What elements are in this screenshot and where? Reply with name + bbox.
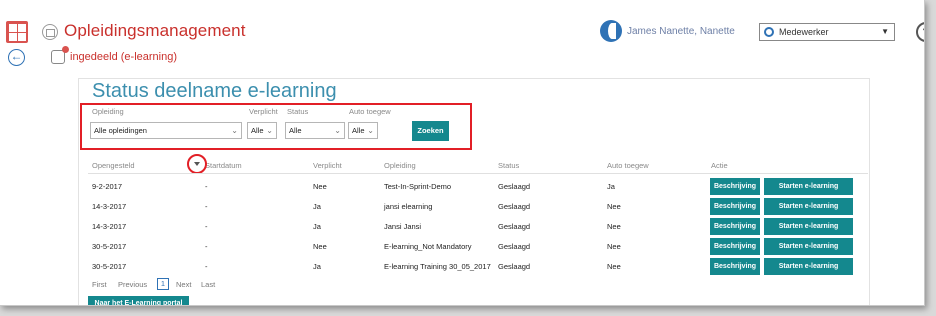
column-header-verplicht[interactable]: Verplicht (313, 161, 342, 170)
cell-auto-toegew: Nee (607, 262, 621, 271)
cell-opengesteld: 30-5-2017 (92, 262, 127, 271)
cell-startdatum: - (205, 262, 208, 271)
column-header-opleiding[interactable]: Opleiding (384, 161, 416, 170)
notification-icon (51, 46, 69, 64)
column-header-status[interactable]: Status (498, 161, 519, 170)
verplicht-select[interactable]: Alle ⌄ (247, 122, 277, 139)
cell-auto-toegew: Nee (607, 222, 621, 231)
cell-opengesteld: 14-3-2017 (92, 222, 127, 231)
opleiding-select-value: Alle opleidingen (94, 126, 147, 135)
start-elearning-button[interactable]: Starten e-learning (764, 178, 853, 195)
verplicht-select-value: Alle (251, 126, 264, 135)
table-row: 9-2-2017 - Nee Test-In-Sprint-Demo Gesla… (88, 178, 868, 197)
status-select-value: Alle (289, 126, 302, 135)
cell-opengesteld: 14-3-2017 (92, 202, 127, 211)
describe-button[interactable]: Beschrijving (710, 218, 760, 235)
cell-status: Geslaagd (498, 202, 531, 211)
opleiding-select[interactable]: Alle opleidingen ⌄ (90, 122, 242, 139)
cell-opleiding: E-learning Training 30_05_2017 (384, 262, 491, 271)
column-header-auto-toegew[interactable]: Auto toegew (607, 161, 649, 170)
describe-button[interactable]: Beschrijving (710, 238, 760, 255)
app-window: Opleidingsmanagement James Nanette, Nane… (0, 0, 925, 306)
describe-button[interactable]: Beschrijving (710, 198, 760, 215)
status-select[interactable]: Alle ⌄ (285, 122, 345, 139)
search-button[interactable]: Zoeken (412, 121, 449, 141)
pager-current-page[interactable]: 1 (157, 278, 169, 290)
table-row: 14-3-2017 - Ja jansi elearning Geslaagd … (88, 198, 868, 217)
back-arrow-icon[interactable]: ← (8, 49, 25, 66)
cell-status: Geslaagd (498, 262, 531, 271)
filter-label-auto-toegew: Auto toegew (349, 107, 391, 116)
role-select[interactable]: Medewerker ▼ (759, 23, 895, 41)
cell-status: Geslaagd (498, 222, 531, 231)
describe-button[interactable]: Beschrijving (710, 178, 760, 195)
header-divider (88, 173, 868, 174)
breadcrumb[interactable]: ingedeeld (e-learning) (70, 51, 177, 63)
start-elearning-button[interactable]: Starten e-learning (764, 198, 853, 215)
cell-verplicht: Nee (313, 242, 327, 251)
chevron-down-icon: ⌄ (367, 126, 374, 135)
chevron-down-icon: ⌄ (231, 126, 238, 135)
cell-verplicht: Nee (313, 182, 327, 191)
auto-toegew-select[interactable]: Alle ⌄ (348, 122, 378, 139)
cell-opleiding: jansi elearning (384, 202, 433, 211)
cell-verplicht: Ja (313, 202, 321, 211)
user-avatar-icon[interactable] (600, 20, 622, 42)
cell-startdatum: - (205, 242, 208, 251)
describe-button[interactable]: Beschrijving (710, 258, 760, 275)
cell-startdatum: - (205, 222, 208, 231)
role-icon (764, 27, 774, 37)
pager-next-link[interactable]: Next (176, 280, 191, 289)
cell-opengesteld: 9-2-2017 (92, 182, 123, 191)
start-elearning-button[interactable]: Starten e-learning (764, 218, 853, 235)
cell-opleiding: Jansi Jansi (384, 222, 422, 231)
cell-auto-toegew: Nee (607, 202, 621, 211)
cell-startdatum: - (205, 182, 208, 191)
page-title: Status deelname e-learning (92, 80, 337, 102)
role-value: Medewerker (779, 27, 829, 37)
filter-label-verplicht: Verplicht (249, 107, 278, 116)
cell-status: Geslaagd (498, 182, 531, 191)
cell-startdatum: - (205, 202, 208, 211)
column-header-actie: Actie (711, 161, 728, 170)
app-title: Opleidingsmanagement (64, 21, 246, 40)
cell-opleiding: E-learning_Not Mandatory (384, 242, 472, 251)
pager-last-link[interactable]: Last (201, 280, 215, 289)
cell-auto-toegew: Ja (607, 182, 615, 191)
cell-auto-toegew: Nee (607, 242, 621, 251)
table-row: 30-5-2017 - Nee E-learning_Not Mandatory… (88, 238, 868, 257)
table-row: 14-3-2017 - Ja Jansi Jansi Geslaagd Nee … (88, 218, 868, 237)
cell-status: Geslaagd (498, 242, 531, 251)
chevron-down-icon: ⌄ (266, 126, 273, 135)
column-header-opengesteld[interactable]: Opengesteld (92, 161, 135, 170)
start-elearning-button[interactable]: Starten e-learning (764, 238, 853, 255)
table-row: 30-5-2017 - Ja E-learning Training 30_05… (88, 258, 868, 277)
elearning-portal-button[interactable]: Naar het E-Learning portal (88, 296, 189, 305)
column-header-startdatum[interactable]: Startdatum (205, 161, 242, 170)
filter-label-opleiding: Opleiding (92, 107, 124, 116)
pager-previous-link[interactable]: Previous (118, 280, 147, 289)
module-icon (42, 24, 58, 40)
auto-toegew-select-value: Alle (352, 126, 365, 135)
sort-indicator-icon[interactable] (187, 154, 207, 174)
cell-opleiding: Test-In-Sprint-Demo (384, 182, 452, 191)
user-name[interactable]: James Nanette, Nanette (627, 26, 735, 37)
start-elearning-button[interactable]: Starten e-learning (764, 258, 853, 275)
cell-opengesteld: 30-5-2017 (92, 242, 127, 251)
cell-verplicht: Ja (313, 262, 321, 271)
chevron-down-icon: ⌄ (334, 126, 341, 135)
app-launcher-icon[interactable] (6, 21, 28, 43)
filter-label-status: Status (287, 107, 309, 116)
cell-verplicht: Ja (313, 222, 321, 231)
pager-first-link[interactable]: First (92, 280, 107, 289)
help-icon[interactable]: ? (916, 22, 924, 42)
chevron-down-icon: ▼ (881, 27, 889, 36)
